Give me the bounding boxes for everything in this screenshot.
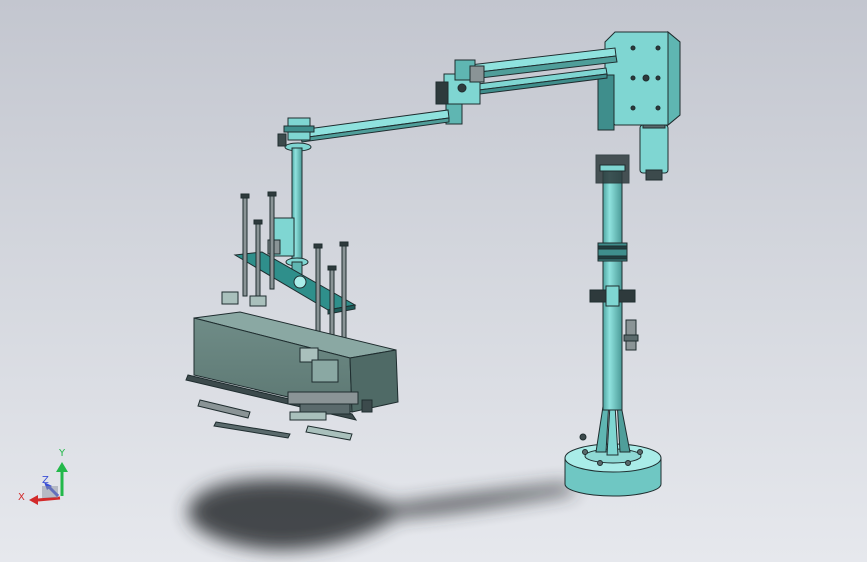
wrist-joint[interactable] bbox=[277, 117, 315, 152]
x-axis-label: X bbox=[18, 492, 25, 503]
gearbox-head[interactable] bbox=[597, 30, 681, 131]
support-column[interactable] bbox=[589, 154, 639, 411]
coordinate-triad: Y X Z bbox=[18, 448, 68, 505]
z-axis-label: Z bbox=[42, 475, 49, 486]
ground-shadow bbox=[188, 479, 576, 551]
assembly-model[interactable]: Y X Z bbox=[0, 0, 867, 562]
lower-arm[interactable] bbox=[299, 109, 450, 143]
upper-arm[interactable] bbox=[469, 47, 618, 95]
cad-viewport[interactable]: Y X Z bbox=[0, 0, 867, 562]
y-axis-label: Y bbox=[58, 448, 66, 459]
x-axis-arrow-icon bbox=[37, 496, 61, 502]
pneumatic-cylinder[interactable] bbox=[639, 119, 669, 181]
